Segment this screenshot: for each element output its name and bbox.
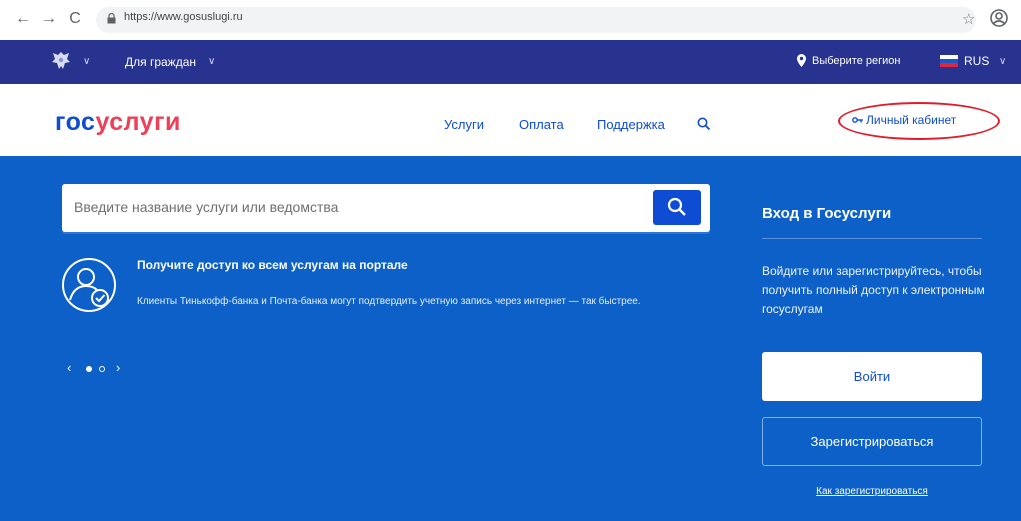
login-title: Вход в Госуслуги xyxy=(762,205,892,222)
carousel-dot[interactable] xyxy=(99,366,105,372)
search-icon[interactable] xyxy=(697,117,711,131)
reload-button[interactable]: C xyxy=(66,9,84,29)
personal-cabinet-link[interactable]: Личный кабинет xyxy=(866,113,956,127)
site-header: госуслуги Услуги Оплата Поддержка Личный… xyxy=(0,84,1021,156)
location-pin-icon xyxy=(797,54,806,67)
how-to-register-link[interactable]: Как зарегистрироваться xyxy=(762,486,982,497)
search-input[interactable] xyxy=(74,199,634,215)
search-box xyxy=(62,184,710,232)
key-icon xyxy=(852,117,863,123)
gosuslugi-logo[interactable]: госуслуги xyxy=(55,108,181,137)
verified-user-icon xyxy=(62,258,116,312)
carousel-prev-button[interactable]: ‹ xyxy=(67,360,71,375)
coat-of-arms-icon[interactable] xyxy=(50,50,72,72)
register-button[interactable]: Зарегистрироваться xyxy=(762,417,982,466)
carousel-dot-active[interactable] xyxy=(86,366,92,372)
chevron-down-icon[interactable]: ∨ xyxy=(208,56,215,67)
region-selector[interactable]: Выберите регион xyxy=(812,55,900,67)
login-divider xyxy=(762,238,982,239)
back-button[interactable]: ← xyxy=(14,9,32,29)
forward-button[interactable]: → xyxy=(40,9,58,29)
login-description: Войдите или зарегистрируйтесь, чтобы пол… xyxy=(762,264,985,316)
browser-toolbar: ← → C https://www.gosuslugi.ru ☆ xyxy=(0,0,1021,40)
nav-services[interactable]: Услуги xyxy=(444,117,484,132)
search-button[interactable] xyxy=(653,190,701,225)
promo-text: Клиенты Тинькофф-банка и Почта-банка мог… xyxy=(137,296,641,307)
nav-support[interactable]: Поддержка xyxy=(597,117,665,132)
nav-payment[interactable]: Оплата xyxy=(519,117,564,132)
carousel-next-button[interactable]: › xyxy=(116,360,120,375)
bookmark-star-icon[interactable]: ☆ xyxy=(962,10,975,28)
language-selector[interactable]: RUS xyxy=(964,54,989,68)
russian-flag-icon xyxy=(940,55,958,67)
audience-dropdown[interactable]: Для граждан xyxy=(125,55,196,69)
account-icon[interactable] xyxy=(989,8,1009,28)
chevron-down-icon[interactable]: ∨ xyxy=(83,56,90,67)
chevron-down-icon[interactable]: ∨ xyxy=(999,56,1006,67)
promo-title: Получите доступ ко всем услугам на порта… xyxy=(137,258,408,272)
lock-icon xyxy=(107,13,116,24)
search-icon xyxy=(667,197,686,216)
top-strip: ∨ Для граждан ∨ Выберите регион RUS ∨ xyxy=(0,40,1021,84)
url-text[interactable]: https://www.gosuslugi.ru xyxy=(124,11,243,23)
login-button[interactable]: Войти xyxy=(762,352,982,401)
